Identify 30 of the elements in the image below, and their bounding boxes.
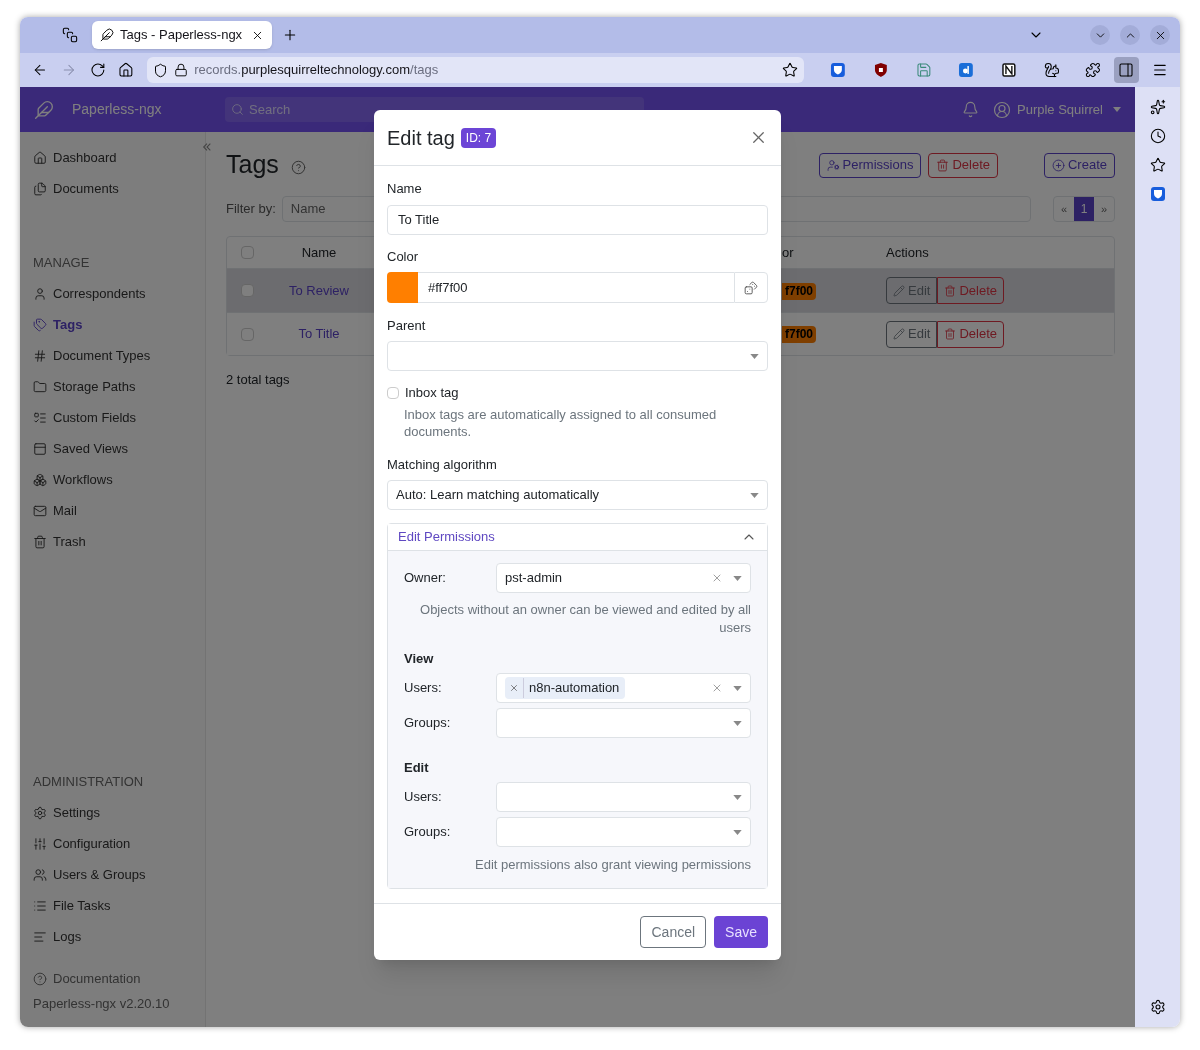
field-label: Groups:	[404, 714, 452, 733]
section-heading: Edit	[404, 759, 430, 777]
page-title: Tags	[226, 149, 279, 181]
field-label: Matching algorithm	[387, 456, 498, 474]
column-header: Actions	[886, 244, 929, 260]
filter-label: Filter by:	[226, 200, 276, 219]
color-chip: f7f00	[782, 282, 816, 300]
column-header: or	[782, 244, 794, 260]
section-heading: ADMINISTRATION	[33, 773, 145, 792]
section-heading: MANAGE	[33, 254, 91, 273]
checkbox-label: Inbox tag	[405, 384, 459, 402]
section-heading: View	[404, 650, 435, 668]
field-label: Name	[387, 180, 423, 198]
id-badge: ID: 7	[460, 127, 497, 148]
field-label: Users:	[404, 788, 443, 807]
total-count: 2 total tags	[226, 371, 291, 389]
field-label: Parent	[387, 317, 427, 335]
field-label: Groups:	[404, 823, 452, 842]
dialog-title: Edit tag	[387, 125, 455, 151]
edit-hint: Edit permissions also grant viewing permissions	[474, 856, 751, 874]
color-chip: f7f00	[782, 326, 816, 344]
url-text: records.purplesquirreltechnology.com/tags	[194, 61, 440, 80]
field-label: Owner:	[404, 569, 447, 588]
version-text: Paperless-ngx v2.20.10	[33, 995, 171, 1014]
inbox-hint: Inbox tags are automatically assigned to all consumed documents.	[404, 406, 718, 440]
column-header: Name	[301, 243, 337, 262]
chip-label: n8n-automation	[523, 678, 620, 698]
field-label: Users:	[404, 679, 443, 698]
field-label: Color	[387, 248, 420, 266]
owner-hint: Objects without an owner can be viewed and edited by all users	[419, 601, 751, 637]
